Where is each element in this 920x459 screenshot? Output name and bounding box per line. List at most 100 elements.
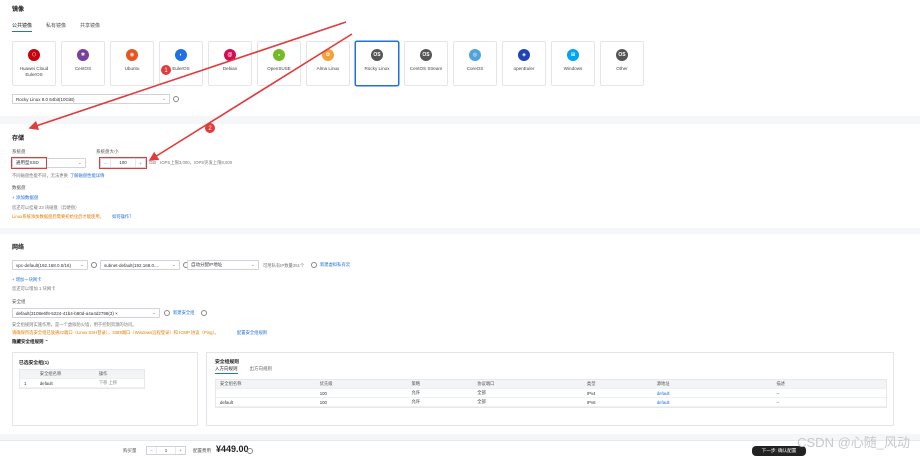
chevron-down-icon: ⌄	[250, 262, 255, 268]
os-card[interactable]: ◐ EulerOS	[159, 41, 203, 86]
price-label: 配置费用	[193, 448, 211, 453]
refresh-icon[interactable]	[91, 262, 97, 268]
os-card[interactable]: ◎ CoreOS	[453, 41, 497, 86]
os-card[interactable]: ✱ CentOS	[61, 41, 105, 86]
storage-section-title: 存储	[12, 136, 25, 142]
image-version-value: Rocky Linux 8.0 64bit(10GiB)	[16, 96, 75, 102]
source-link[interactable]: default	[653, 391, 773, 396]
table-cell: default	[220, 399, 233, 405]
os-name: Huawei Cloud EulerOS	[19, 66, 49, 77]
table-row: 1 default 下移 上移	[20, 379, 144, 388]
chevron-down-icon: ⌄	[151, 310, 156, 316]
subnet-select[interactable]: subnet-default(192.168.0.... ⌄	[100, 260, 180, 270]
add-data-disk-button[interactable]: + 添加数据盘	[12, 195, 38, 201]
create-security-group-link[interactable]: 新建安全组	[173, 310, 194, 316]
storage-panel: 存储 系统盘 系统盘大小 通用型SSD ⌄ − 100 + GiB IOPS上限…	[0, 124, 920, 228]
header-cell: 安全组名称	[39, 371, 62, 376]
add-icon[interactable]	[311, 262, 317, 268]
disk-size-unit: GiB	[149, 160, 157, 165]
os-logo-icon: ✱	[77, 49, 89, 61]
os-card[interactable]: ✿ Alma Linux	[306, 41, 350, 86]
table-row: 100 允许 全部 IPv4 default --	[216, 389, 886, 398]
os-logo-icon: ⬡	[28, 49, 40, 61]
os-logo-icon: ⊞	[567, 49, 579, 61]
table-cell: --	[776, 390, 780, 396]
tab-public-image[interactable]: 公共镜像	[12, 22, 33, 32]
move-actions[interactable]: 下移 上移	[95, 380, 144, 386]
security-group-select[interactable]: default(3108e6f8-5224-41b4-b80d-a4a4d279…	[12, 308, 160, 318]
security-group-warning: 请确保所选安全组已放通22端口（Linux SSH登录），3389端口（Wind…	[12, 330, 219, 335]
table-cell: --	[776, 399, 780, 405]
os-logo-icon: OS	[420, 49, 432, 61]
security-group-label: 安全组	[12, 299, 26, 304]
tab-private-image[interactable]: 私有镜像	[46, 22, 66, 32]
add-nic-button[interactable]: + 增加一块网卡	[12, 277, 41, 283]
security-group-note: 安全组规则实施作用，是一个虚拟防火墙，用于控制资源的访问。	[12, 322, 137, 327]
os-card[interactable]: @ Debian	[208, 41, 252, 86]
quantity-value[interactable]: 1	[156, 447, 176, 454]
system-disk-label: 系统盘	[12, 149, 26, 154]
rules-tabs: 入方向规则 出方向规则	[215, 366, 272, 374]
image-version-select[interactable]: Rocky Linux 8.0 64bit(10GiB) ⌄	[12, 94, 170, 104]
ip-mode-value: 自动分配IP地址	[191, 262, 223, 267]
help-icon[interactable]	[201, 310, 207, 316]
image-tabs: 公共镜像 私有镜像 共享镜像	[12, 22, 100, 32]
os-card[interactable]: ◉ Ubuntu	[110, 41, 154, 86]
hide-rules-label: 隐藏安全组规则	[12, 339, 44, 344]
refresh-icon[interactable]	[173, 96, 179, 102]
rules-title: 安全组规则	[215, 360, 239, 365]
sg-rules-box: 安全组规则 入方向规则 出方向规则 安全组名称 优先级 策略 协议端口 类型 源地址 描述 1…	[206, 352, 894, 426]
help-icon[interactable]	[247, 448, 253, 454]
os-card-list: ⬡ Huawei Cloud EulerOS ✱ CentOS ◉ Ubuntu ◐ Eule…	[12, 41, 644, 86]
disk-size-highlight	[99, 157, 147, 169]
increase-button[interactable]: +	[176, 448, 185, 453]
image-panel: 镜像 公共镜像 私有镜像 共享镜像 ⬡ Huawei Cloud EulerOS ✱…	[0, 0, 920, 116]
os-name: Alma Linux	[316, 66, 340, 71]
os-card[interactable]: ⊞ Windows	[551, 41, 595, 86]
os-name: openEuler	[513, 66, 535, 71]
os-name: CoreOS	[466, 66, 484, 71]
disk-performance-link[interactable]: 了解磁盘性能详情	[70, 173, 104, 179]
source-link[interactable]: default	[653, 400, 773, 405]
ip-mode-select[interactable]: 自动分配IP地址 ⌄	[187, 260, 259, 270]
vpc-select[interactable]: vpc-default(192.168.0.0/16) ⌄	[12, 260, 88, 270]
table-header: 安全组名称 操作	[20, 370, 144, 379]
os-name: EulerOS	[172, 66, 190, 71]
data-disk-count: 您还可以挂载 23 块磁盘（云硬盘）	[12, 205, 80, 210]
sg-name: default	[39, 380, 53, 386]
table-header: 安全组名称 优先级 策略 协议端口 类型 源地址 描述	[216, 380, 886, 389]
refresh-icon[interactable]	[164, 310, 170, 316]
data-disk-label: 数据盘	[12, 185, 26, 190]
chevron-down-icon: ⌄	[77, 160, 82, 166]
os-logo-icon: OS	[371, 49, 383, 61]
data-disk-warning: Linux系统添加数据盘后需要初始化后才能使用，	[12, 214, 104, 219]
os-card[interactable]: OS Rocky Linux	[355, 41, 399, 86]
table-cell: 允许	[411, 399, 421, 404]
tab-inbound[interactable]: 入方向规则	[215, 366, 238, 374]
os-name: Rocky Linux	[364, 66, 390, 71]
os-card[interactable]: OS CentOS Stream	[404, 41, 448, 86]
decrease-button[interactable]: −	[147, 448, 156, 453]
os-card[interactable]: ⬡ Huawei Cloud EulerOS	[12, 41, 56, 86]
tab-shared-image[interactable]: 共享镜像	[80, 22, 100, 32]
quantity-stepper[interactable]: − 1 +	[146, 446, 186, 455]
quantity-label: 购买量	[123, 448, 137, 453]
os-card[interactable]: ◒ OpenSUSE	[257, 41, 301, 86]
tab-outbound[interactable]: 出方向规则	[250, 366, 273, 374]
configure-rules-link[interactable]: 配置安全组规则	[237, 330, 267, 336]
header-cell: 优先级	[319, 381, 333, 386]
create-vpc-link[interactable]: 新建虚拟私有云	[320, 262, 350, 268]
header-cell: 策略	[411, 381, 421, 386]
header-cell: 类型	[586, 381, 596, 386]
how-to-link[interactable]: 如何操作？	[112, 214, 133, 220]
os-card[interactable]: ◈ openEuler	[502, 41, 546, 86]
table-cell: IPv4	[586, 390, 596, 396]
header-cell: 协议端口	[477, 381, 495, 386]
selected-sg-table: 安全组名称 操作 1 default 下移 上移	[19, 369, 145, 389]
os-card[interactable]: OS Other	[600, 41, 644, 86]
os-name: Ubuntu	[124, 66, 140, 71]
chevron-up-icon: ⌃	[44, 339, 49, 344]
os-logo-icon: ◈	[518, 49, 530, 61]
hide-rules-toggle[interactable]: 隐藏安全组规则 ⌃	[12, 339, 49, 345]
system-disk-size-label: 系统盘大小	[96, 149, 119, 154]
